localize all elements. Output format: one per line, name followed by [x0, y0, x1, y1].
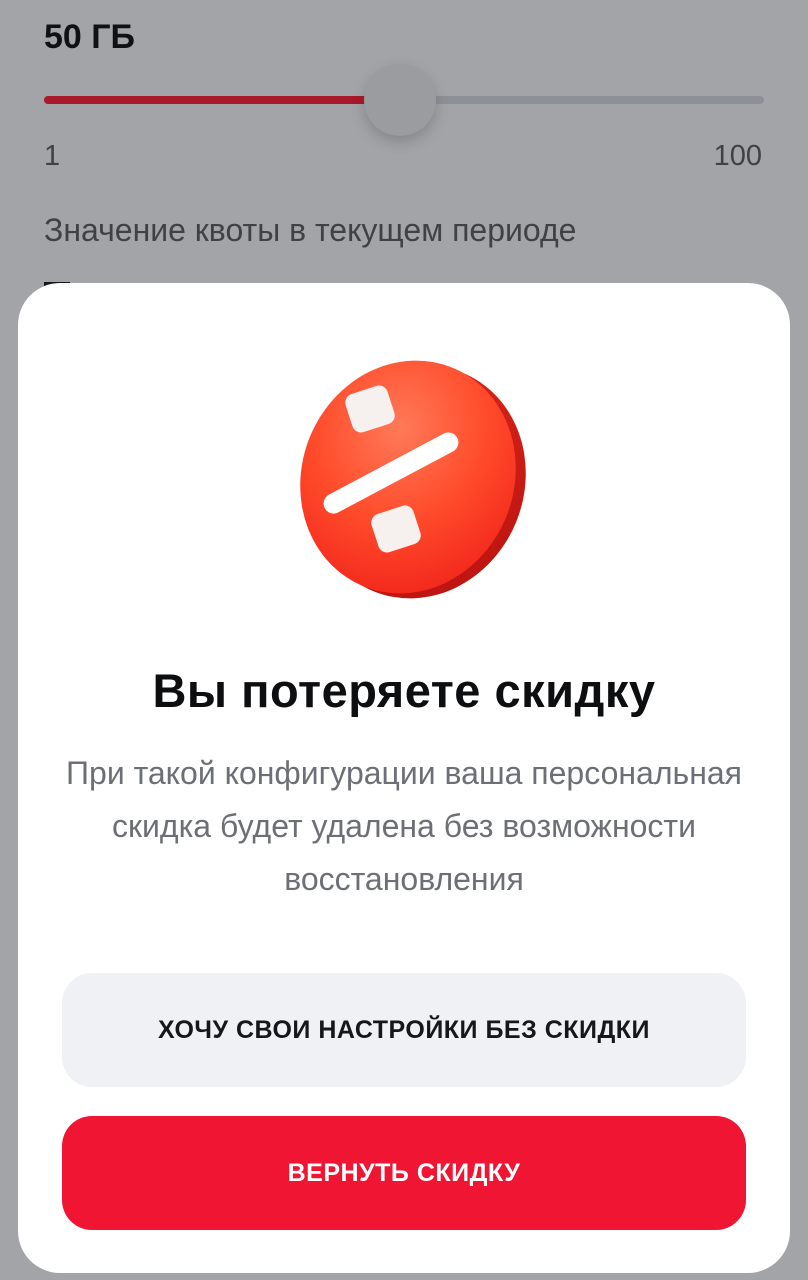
slider-max-label: 100 — [713, 140, 762, 172]
discount-loss-dialog: Вы потеряете скидку При такой конфигурац… — [18, 283, 790, 1273]
quota-value-label: 50 ГБ — [44, 18, 135, 56]
slider-thumb[interactable] — [364, 64, 437, 136]
slider-min-label: 1 — [44, 140, 61, 172]
current-period-quota-label: Значение квоты в текущем периоде — [44, 212, 577, 248]
percent-discount-icon — [300, 360, 526, 599]
dialog-title: Вы потеряете скидку — [152, 664, 656, 717]
slider-fill — [44, 96, 401, 104]
keep-settings-without-discount-button[interactable]: ХОЧУ СВОИ НАСТРОЙКИ БЕЗ СКИДКИ — [62, 973, 746, 1087]
restore-discount-button[interactable]: ВЕРНУТЬ СКИДКУ — [62, 1116, 746, 1230]
quota-slider[interactable] — [44, 64, 764, 136]
dialog-description: При такой конфигурации ваша персональная… — [66, 755, 742, 897]
